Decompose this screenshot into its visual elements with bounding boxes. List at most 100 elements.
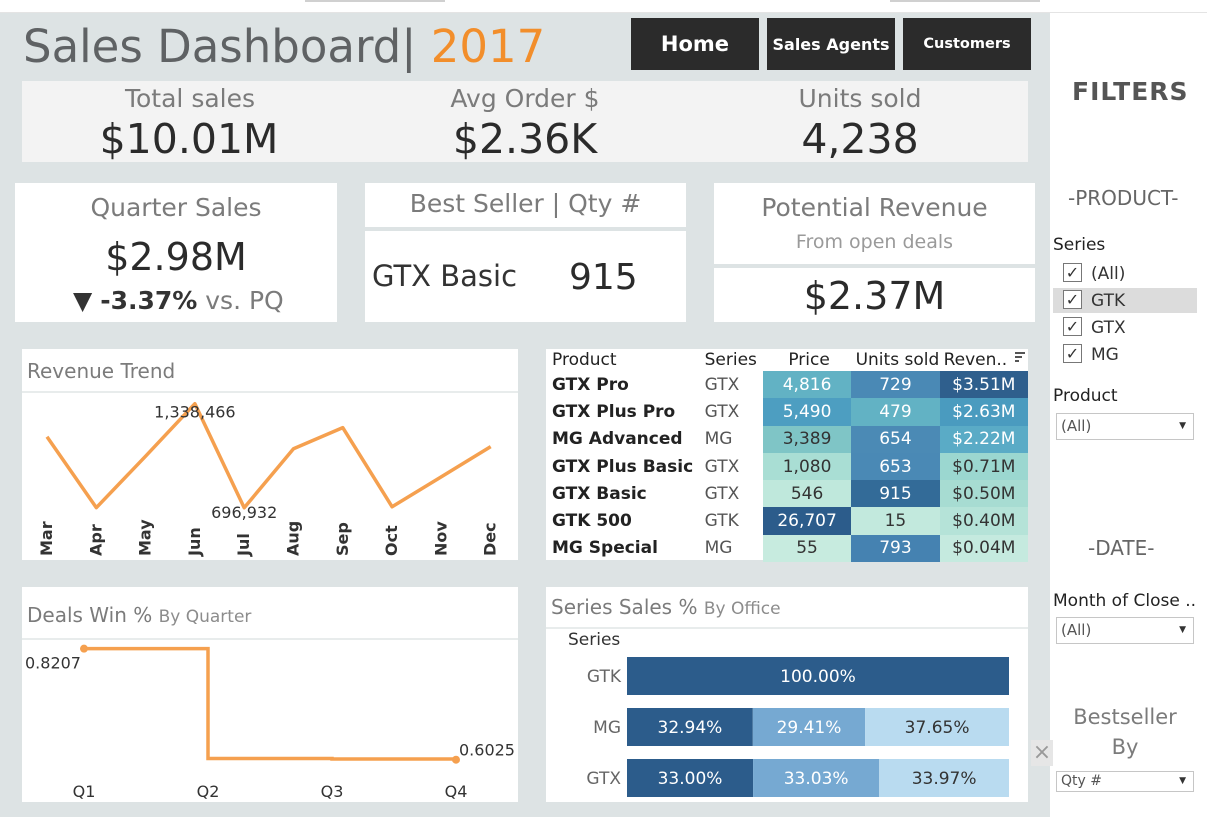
col-revenue-label: Reven..: [943, 350, 1008, 370]
deals-win-title-text: Deals Win %: [27, 603, 153, 627]
revenue-cell: $0.50M: [939, 480, 1028, 508]
title-text: Sales Dashboard|: [23, 20, 417, 73]
x-tick-label: Oct: [382, 525, 401, 556]
bestseller-dropdown[interactable]: Qty # ▼: [1056, 771, 1194, 792]
bestseller-line2: By: [1111, 735, 1139, 759]
quarter-change-value: -3.37%: [100, 286, 198, 315]
quarter-sales-label: Quarter Sales: [90, 193, 262, 222]
price-cell: 55: [762, 534, 852, 563]
product-dropdown[interactable]: (All) ▼: [1056, 413, 1194, 440]
units-sold-value: 4,238: [801, 115, 919, 163]
checkbox-gtx[interactable]: ✓: [1063, 317, 1082, 336]
table-row[interactable]: GTX Plus Basic GTX 1,080 653 $0.71M: [548, 452, 1028, 481]
checkbox-mg[interactable]: ✓: [1063, 344, 1082, 363]
revenue-line: [45, 401, 492, 510]
checkbox-gtk[interactable]: ✓: [1063, 290, 1082, 309]
x-tick-label: Q1: [73, 782, 96, 801]
x-tick-label: Nov: [431, 521, 450, 556]
revenue-cell: $2.22M: [939, 425, 1028, 453]
units-cell: 729: [851, 371, 940, 399]
series-filter-label: Series: [1053, 235, 1106, 255]
revenue-cell: $2.63M: [939, 398, 1028, 426]
x-tick-label: Q3: [321, 782, 344, 801]
x-tick-label: Dec: [481, 522, 500, 556]
price-cell: 1,080: [762, 452, 852, 481]
table-row[interactable]: GTX Basic GTX 546 915 $0.50M: [548, 480, 1028, 508]
total-sales-label: Total sales: [124, 84, 256, 113]
product-cell: GTX Plus Basic: [552, 456, 694, 477]
units-sold-label: Units sold: [798, 84, 922, 113]
col-price[interactable]: Price: [763, 349, 851, 371]
product-section-label: -PRODUCT-: [1068, 186, 1179, 210]
best-seller-label: Best Seller | Qty #: [409, 189, 642, 218]
x-tick-label: Q4: [445, 782, 468, 801]
customers-button[interactable]: Customers: [903, 18, 1031, 70]
x-tick-label: Apr: [86, 524, 105, 556]
table-row[interactable]: GTX Pro GTX 4,816 729 $3.51M: [548, 371, 1028, 399]
chevron-down-icon: ▼: [1179, 625, 1186, 635]
units-cell: 479: [851, 398, 940, 426]
home-button[interactable]: Home: [631, 18, 759, 70]
potential-revenue-sublabel: From open deals: [795, 231, 954, 253]
x-tick-label: Q2: [197, 782, 220, 801]
chevron-down-icon: ▼: [1179, 421, 1186, 431]
series-cell: MG: [704, 538, 733, 559]
date-section-label: -DATE-: [1088, 536, 1155, 560]
end-annotation: 0.6025: [459, 741, 515, 760]
series-cell: GTX: [704, 456, 740, 477]
x-tick-label: Aug: [284, 521, 303, 556]
title-year: 2017: [430, 20, 546, 73]
start-point: [80, 644, 88, 653]
x-tick-label: Jul: [234, 533, 253, 557]
sales-agents-button[interactable]: Sales Agents: [767, 18, 895, 70]
product-cell: MG Advanced: [552, 429, 683, 450]
potential-revenue-card: $2.37M: [714, 268, 1035, 322]
series-option-gtk[interactable]: GTK: [1091, 291, 1125, 311]
table-row[interactable]: GTK 500 GTK 26,707 15 $0.40M: [548, 507, 1028, 535]
series-cell: GTK: [704, 511, 739, 532]
series-sales-title: Series Sales % By Office: [551, 595, 781, 619]
product-cell: MG Special: [552, 538, 658, 559]
sort-desc-icon[interactable]: [1015, 351, 1025, 364]
page-title: Sales Dashboard| 2017: [23, 20, 545, 73]
checkbox-all[interactable]: ✓: [1063, 263, 1082, 282]
avg-order-label: Avg Order $: [450, 84, 600, 113]
table-row[interactable]: GTX Plus Pro GTX 5,490 479 $2.63M: [548, 398, 1028, 426]
series-option-all[interactable]: (All): [1091, 264, 1125, 284]
kpi-banner: Total sales $10.01M Avg Order $ $2.36K U…: [22, 81, 1028, 163]
series-cell: MG: [704, 429, 733, 450]
x-tick-label: Mar: [37, 521, 56, 556]
series-option-gtx[interactable]: GTX: [1091, 318, 1126, 338]
y-tick-label: GTX: [586, 769, 621, 789]
price-cell: 4,816: [762, 371, 852, 399]
quarter-change-vs: vs. PQ: [205, 286, 284, 315]
win-rate-line: [84, 646, 458, 761]
col-series[interactable]: Series: [701, 349, 763, 371]
close-icon[interactable]: ×: [1031, 740, 1053, 766]
max-annotation: 1,338,466: [154, 403, 235, 422]
revenue-trend-chart: Mar Apr May Jun Jul Aug Sep Oct Nov Dec 1,338,466 6…: [37, 401, 500, 557]
col-revenue[interactable]: Reven..: [940, 349, 1028, 371]
deals-win-chart: Q1 Q2 Q3 Q4 0.8207 0.6025: [25, 644, 515, 801]
series-cell: GTX: [704, 401, 740, 422]
col-product[interactable]: Product: [548, 349, 701, 371]
bar-value-label: 100.00%: [780, 667, 856, 687]
price-cell: 546: [762, 480, 852, 508]
series-option-mg[interactable]: MG: [1091, 345, 1119, 365]
y-tick-label: MG: [593, 718, 621, 738]
quarter-change: ▼ -3.37% vs. PQ: [73, 286, 284, 315]
revenue-cell: $0.40M: [939, 507, 1028, 535]
col-units[interactable]: Units sold: [851, 349, 940, 371]
down-arrow-icon: ▼: [73, 286, 93, 315]
deals-win-panel: Deals Win % By Quarter Q1 Q2 Q3 Q4 0.8207 0.6…: [22, 587, 518, 802]
table-row[interactable]: MG Advanced MG 3,389 654 $2.22M: [548, 425, 1028, 453]
table-header: Product Series Price Units sold Reven..: [548, 349, 1028, 371]
total-sales-value: $10.01M: [99, 115, 279, 163]
table-row[interactable]: MG Special MG 55 793 $0.04M: [548, 534, 1028, 563]
product-cell: GTK 500: [552, 511, 632, 532]
units-cell: 793: [851, 534, 940, 563]
month-dropdown[interactable]: (All) ▼: [1056, 617, 1194, 644]
series-sales-panel: Series Sales % By Office Series GTK 100.0…: [546, 587, 1028, 802]
potential-revenue-label: Potential Revenue: [761, 193, 988, 222]
x-tick-label: Sep: [333, 522, 352, 556]
